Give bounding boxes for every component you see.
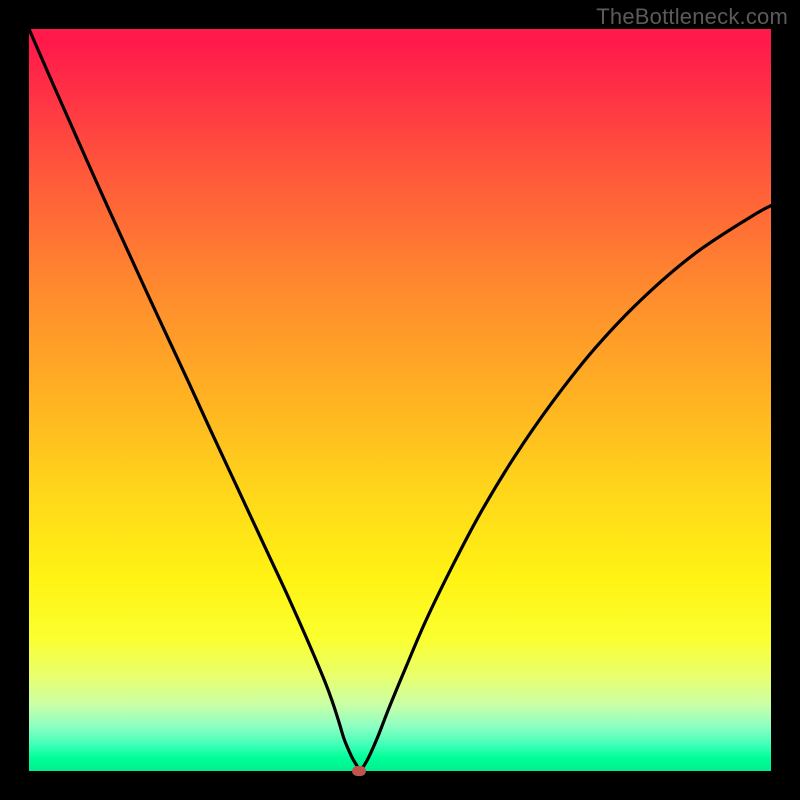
watermark-text: TheBottleneck.com bbox=[596, 4, 788, 30]
bottleneck-curve bbox=[29, 29, 771, 771]
chart-area bbox=[29, 29, 771, 771]
optimal-point-marker bbox=[352, 766, 366, 776]
